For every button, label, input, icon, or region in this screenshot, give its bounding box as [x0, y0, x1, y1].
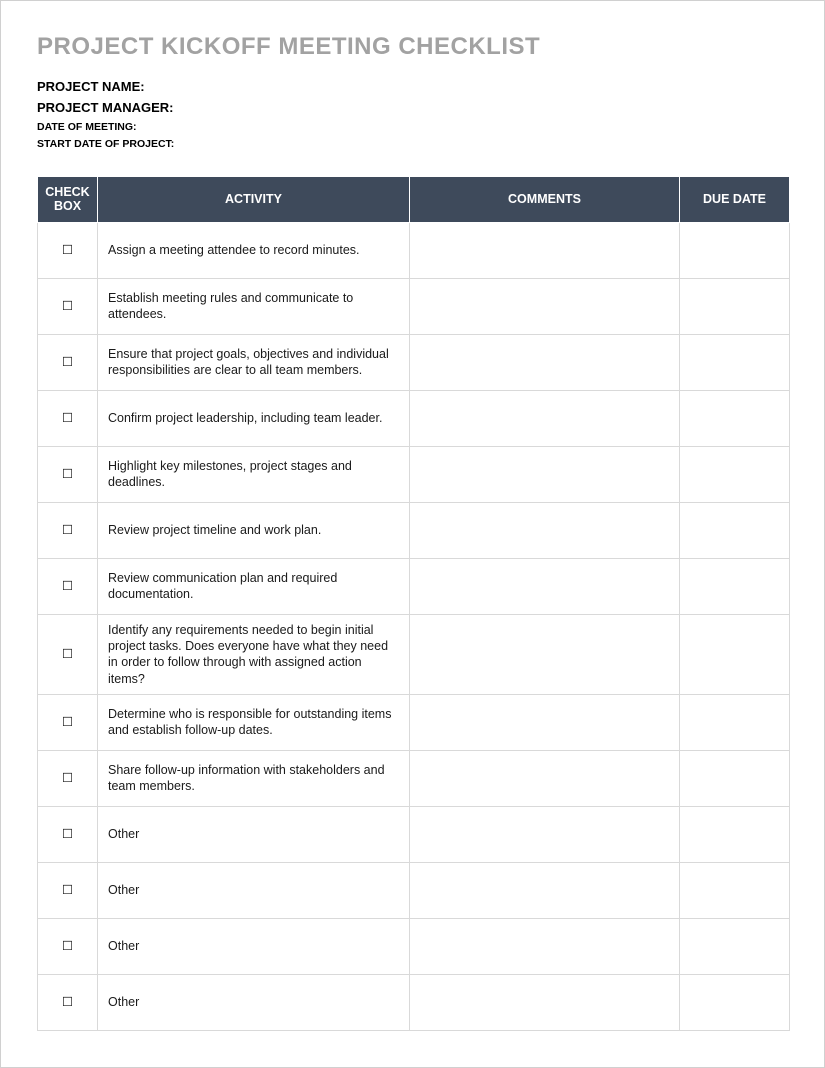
activity-cell: Review communication plan and required d… — [98, 558, 410, 614]
comments-cell[interactable] — [410, 918, 680, 974]
checkbox-icon[interactable]: ☐ — [38, 390, 98, 446]
checklist-table: CHECK BOX ACTIVITY COMMENTS DUE DATE ☐ A… — [37, 176, 790, 1031]
activity-cell: Other — [98, 974, 410, 1030]
due-cell[interactable] — [680, 614, 790, 694]
checkbox-icon[interactable]: ☐ — [38, 446, 98, 502]
checkbox-icon[interactable]: ☐ — [38, 558, 98, 614]
table-row: ☐ Other — [38, 974, 790, 1030]
comments-cell[interactable] — [410, 222, 680, 278]
table-row: ☐ Review project timeline and work plan. — [38, 502, 790, 558]
table-row: ☐ Highlight key milestones, project stag… — [38, 446, 790, 502]
checkbox-icon[interactable]: ☐ — [38, 862, 98, 918]
activity-cell: Other — [98, 862, 410, 918]
comments-cell[interactable] — [410, 334, 680, 390]
project-manager-label: PROJECT MANAGER: — [37, 100, 788, 115]
due-cell[interactable] — [680, 806, 790, 862]
table-row: ☐ Assign a meeting attendee to record mi… — [38, 222, 790, 278]
due-cell[interactable] — [680, 750, 790, 806]
due-cell[interactable] — [680, 918, 790, 974]
comments-cell[interactable] — [410, 862, 680, 918]
comments-cell[interactable] — [410, 974, 680, 1030]
checkbox-icon[interactable]: ☐ — [38, 694, 98, 750]
due-cell[interactable] — [680, 694, 790, 750]
comments-cell[interactable] — [410, 558, 680, 614]
activity-cell: Other — [98, 806, 410, 862]
comments-cell[interactable] — [410, 806, 680, 862]
project-name-label: PROJECT NAME: — [37, 79, 788, 94]
activity-cell: Highlight key milestones, project stages… — [98, 446, 410, 502]
checkbox-icon[interactable]: ☐ — [38, 806, 98, 862]
checkbox-icon[interactable]: ☐ — [38, 222, 98, 278]
activity-cell: Confirm project leadership, including te… — [98, 390, 410, 446]
due-cell[interactable] — [680, 278, 790, 334]
header-checkbox: CHECK BOX — [38, 177, 98, 223]
table-row: ☐ Establish meeting rules and communicat… — [38, 278, 790, 334]
table-header-row: CHECK BOX ACTIVITY COMMENTS DUE DATE — [38, 177, 790, 223]
header-due-date: DUE DATE — [680, 177, 790, 223]
table-row: ☐ Other — [38, 862, 790, 918]
checkbox-icon[interactable]: ☐ — [38, 974, 98, 1030]
due-cell[interactable] — [680, 446, 790, 502]
activity-cell: Assign a meeting attendee to record minu… — [98, 222, 410, 278]
due-cell[interactable] — [680, 390, 790, 446]
due-cell[interactable] — [680, 558, 790, 614]
activity-cell: Establish meeting rules and communicate … — [98, 278, 410, 334]
table-row: ☐ Review communication plan and required… — [38, 558, 790, 614]
comments-cell[interactable] — [410, 278, 680, 334]
activity-cell: Review project timeline and work plan. — [98, 502, 410, 558]
checkbox-icon[interactable]: ☐ — [38, 918, 98, 974]
comments-cell[interactable] — [410, 502, 680, 558]
table-row: ☐ Ensure that project goals, objectives … — [38, 334, 790, 390]
table-row: ☐ Other — [38, 806, 790, 862]
due-cell[interactable] — [680, 974, 790, 1030]
date-of-meeting-label: DATE OF MEETING: — [37, 121, 788, 133]
comments-cell[interactable] — [410, 614, 680, 694]
table-row: ☐ Other — [38, 918, 790, 974]
document-page: PROJECT KICKOFF MEETING CHECKLIST PROJEC… — [0, 0, 825, 1068]
table-row: ☐ Confirm project leadership, including … — [38, 390, 790, 446]
table-row: ☐ Determine who is responsible for outst… — [38, 694, 790, 750]
checkbox-icon[interactable]: ☐ — [38, 614, 98, 694]
activity-cell: Determine who is responsible for outstan… — [98, 694, 410, 750]
comments-cell[interactable] — [410, 694, 680, 750]
meta-block: PROJECT NAME: PROJECT MANAGER: DATE OF M… — [37, 79, 788, 150]
activity-cell: Other — [98, 918, 410, 974]
table-row: ☐ Share follow-up information with stake… — [38, 750, 790, 806]
comments-cell[interactable] — [410, 750, 680, 806]
header-comments: COMMENTS — [410, 177, 680, 223]
checkbox-icon[interactable]: ☐ — [38, 750, 98, 806]
page-title: PROJECT KICKOFF MEETING CHECKLIST — [37, 33, 788, 61]
start-date-label: START DATE OF PROJECT: — [37, 138, 788, 150]
header-activity: ACTIVITY — [98, 177, 410, 223]
due-cell[interactable] — [680, 502, 790, 558]
comments-cell[interactable] — [410, 446, 680, 502]
due-cell[interactable] — [680, 222, 790, 278]
checkbox-icon[interactable]: ☐ — [38, 502, 98, 558]
checkbox-icon[interactable]: ☐ — [38, 334, 98, 390]
comments-cell[interactable] — [410, 390, 680, 446]
checkbox-icon[interactable]: ☐ — [38, 278, 98, 334]
due-cell[interactable] — [680, 862, 790, 918]
activity-cell: Identify any requirements needed to begi… — [98, 614, 410, 694]
activity-cell: Share follow-up information with stakeho… — [98, 750, 410, 806]
activity-cell: Ensure that project goals, objectives an… — [98, 334, 410, 390]
due-cell[interactable] — [680, 334, 790, 390]
table-row: ☐ Identify any requirements needed to be… — [38, 614, 790, 694]
